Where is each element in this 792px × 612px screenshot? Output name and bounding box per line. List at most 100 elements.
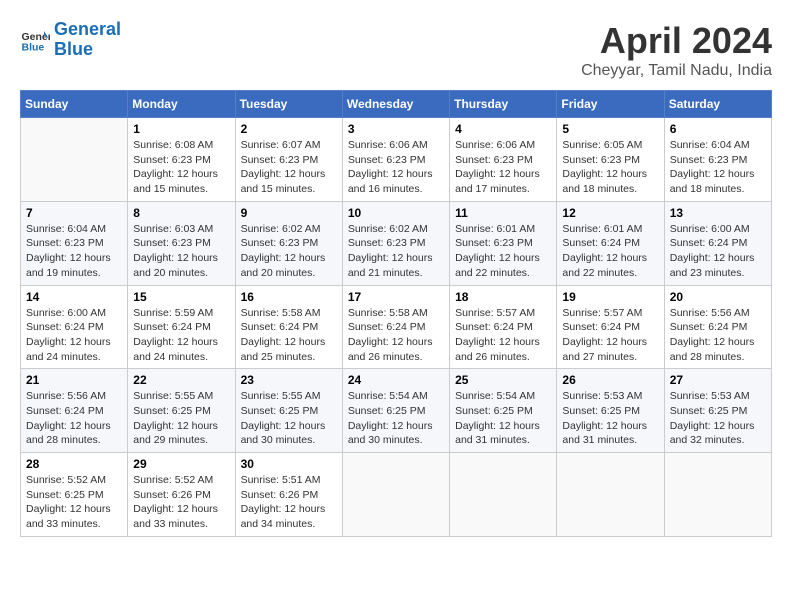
day-number: 6: [670, 122, 766, 136]
day-info: Sunrise: 5:53 AM Sunset: 6:25 PM Dayligh…: [562, 389, 658, 448]
day-number: 20: [670, 290, 766, 304]
day-info: Sunrise: 5:53 AM Sunset: 6:25 PM Dayligh…: [670, 389, 766, 448]
day-info: Sunrise: 6:04 AM Sunset: 6:23 PM Dayligh…: [26, 222, 122, 281]
day-number: 3: [348, 122, 444, 136]
calendar-cell: 22Sunrise: 5:55 AM Sunset: 6:25 PM Dayli…: [128, 369, 235, 453]
calendar-cell: 1 Sunrise: 6:08 AM Sunset: 6:23 PM Daylig…: [128, 118, 235, 202]
calendar-cell: 29Sunrise: 5:52 AM Sunset: 6:26 PM Dayli…: [128, 453, 235, 537]
calendar-table: SundayMondayTuesdayWednesdayThursdayFrid…: [20, 90, 772, 537]
day-number: 19: [562, 290, 658, 304]
logo-icon: General Blue: [20, 25, 50, 55]
day-number: 25: [455, 373, 551, 387]
day-info: Sunrise: 5:52 AM Sunset: 6:26 PM Dayligh…: [133, 473, 229, 532]
day-number: 13: [670, 206, 766, 220]
calendar-cell: 13Sunrise: 6:00 AM Sunset: 6:24 PM Dayli…: [664, 201, 771, 285]
calendar-cell: 21Sunrise: 5:56 AM Sunset: 6:24 PM Dayli…: [21, 369, 128, 453]
day-info: Sunrise: 6:04 AM Sunset: 6:23 PM Dayligh…: [670, 138, 766, 197]
day-info: Sunrise: 5:59 AM Sunset: 6:24 PM Dayligh…: [133, 306, 229, 365]
day-info: Sunrise: 5:57 AM Sunset: 6:24 PM Dayligh…: [455, 306, 551, 365]
calendar-cell: 26 Sunrise: 5:53 AM Sunset: 6:25 PM Dayli…: [557, 369, 664, 453]
day-number: 28: [26, 457, 122, 471]
calendar-cell: [664, 453, 771, 537]
weekday-header-tuesday: Tuesday: [235, 91, 342, 118]
weekday-header-row: SundayMondayTuesdayWednesdayThursdayFrid…: [21, 91, 772, 118]
day-info: Sunrise: 6:00 AM Sunset: 6:24 PM Dayligh…: [26, 306, 122, 365]
day-number: 4: [455, 122, 551, 136]
day-info: Sunrise: 5:54 AM Sunset: 6:25 PM Dayligh…: [455, 389, 551, 448]
calendar-cell: 5 Sunrise: 6:05 AM Sunset: 6:23 PM Daylig…: [557, 118, 664, 202]
calendar-cell: 2Sunrise: 6:07 AM Sunset: 6:23 PM Daylig…: [235, 118, 342, 202]
weekday-header-saturday: Saturday: [664, 91, 771, 118]
day-info: Sunrise: 5:58 AM Sunset: 6:24 PM Dayligh…: [241, 306, 337, 365]
day-info: Sunrise: 5:52 AM Sunset: 6:25 PM Dayligh…: [26, 473, 122, 532]
day-info: Sunrise: 6:06 AM Sunset: 6:23 PM Dayligh…: [348, 138, 444, 197]
day-info: Sunrise: 6:02 AM Sunset: 6:23 PM Dayligh…: [348, 222, 444, 281]
day-number: 26: [562, 373, 658, 387]
calendar-cell: 4 Sunrise: 6:06 AM Sunset: 6:23 PM Daylig…: [450, 118, 557, 202]
calendar-week-row: 21Sunrise: 5:56 AM Sunset: 6:24 PM Dayli…: [21, 369, 772, 453]
calendar-cell: 27 Sunrise: 5:53 AM Sunset: 6:25 PM Dayli…: [664, 369, 771, 453]
day-number: 16: [241, 290, 337, 304]
weekday-header-wednesday: Wednesday: [342, 91, 449, 118]
day-number: 15: [133, 290, 229, 304]
day-number: 30: [241, 457, 337, 471]
calendar-cell: 16 Sunrise: 5:58 AM Sunset: 6:24 PM Dayli…: [235, 285, 342, 369]
calendar-cell: [450, 453, 557, 537]
calendar-cell: 28 Sunrise: 5:52 AM Sunset: 6:25 PM Dayli…: [21, 453, 128, 537]
calendar-cell: [21, 118, 128, 202]
logo-line1: General: [54, 19, 121, 39]
header: General Blue General Blue April 2024 Che…: [20, 20, 772, 80]
day-number: 14: [26, 290, 122, 304]
day-info: Sunrise: 6:01 AM Sunset: 6:23 PM Dayligh…: [455, 222, 551, 281]
day-number: 22: [133, 373, 229, 387]
calendar-cell: 17Sunrise: 5:58 AM Sunset: 6:24 PM Dayli…: [342, 285, 449, 369]
day-info: Sunrise: 5:56 AM Sunset: 6:24 PM Dayligh…: [670, 306, 766, 365]
day-number: 23: [241, 373, 337, 387]
day-number: 5: [562, 122, 658, 136]
day-number: 27: [670, 373, 766, 387]
day-info: Sunrise: 5:54 AM Sunset: 6:25 PM Dayligh…: [348, 389, 444, 448]
calendar-week-row: 14 Sunrise: 6:00 AM Sunset: 6:24 PM Dayli…: [21, 285, 772, 369]
day-number: 11: [455, 206, 551, 220]
logo: General Blue General Blue: [20, 20, 121, 60]
calendar-cell: 9Sunrise: 6:02 AM Sunset: 6:23 PM Daylig…: [235, 201, 342, 285]
calendar-cell: 10 Sunrise: 6:02 AM Sunset: 6:23 PM Dayli…: [342, 201, 449, 285]
calendar-cell: 23 Sunrise: 5:55 AM Sunset: 6:25 PM Dayli…: [235, 369, 342, 453]
calendar-cell: 18 Sunrise: 5:57 AM Sunset: 6:24 PM Dayli…: [450, 285, 557, 369]
calendar-cell: 15 Sunrise: 5:59 AM Sunset: 6:24 PM Dayli…: [128, 285, 235, 369]
day-number: 1: [133, 122, 229, 136]
calendar-cell: 14 Sunrise: 6:00 AM Sunset: 6:24 PM Dayli…: [21, 285, 128, 369]
title-block: April 2024 Cheyyar, Tamil Nadu, India: [581, 20, 772, 80]
day-info: Sunrise: 5:58 AM Sunset: 6:24 PM Dayligh…: [348, 306, 444, 365]
day-info: Sunrise: 6:06 AM Sunset: 6:23 PM Dayligh…: [455, 138, 551, 197]
day-info: Sunrise: 6:01 AM Sunset: 6:24 PM Dayligh…: [562, 222, 658, 281]
day-info: Sunrise: 5:51 AM Sunset: 6:26 PM Dayligh…: [241, 473, 337, 532]
day-info: Sunrise: 5:57 AM Sunset: 6:24 PM Dayligh…: [562, 306, 658, 365]
weekday-header-friday: Friday: [557, 91, 664, 118]
calendar-cell: 20 Sunrise: 5:56 AM Sunset: 6:24 PM Dayli…: [664, 285, 771, 369]
calendar-cell: [557, 453, 664, 537]
location: Cheyyar, Tamil Nadu, India: [581, 62, 772, 80]
day-info: Sunrise: 6:05 AM Sunset: 6:23 PM Dayligh…: [562, 138, 658, 197]
calendar-cell: 12 Sunrise: 6:01 AM Sunset: 6:24 PM Dayli…: [557, 201, 664, 285]
calendar-cell: 11 Sunrise: 6:01 AM Sunset: 6:23 PM Dayli…: [450, 201, 557, 285]
calendar-cell: 7Sunrise: 6:04 AM Sunset: 6:23 PM Daylig…: [21, 201, 128, 285]
weekday-header-thursday: Thursday: [450, 91, 557, 118]
calendar-cell: [342, 453, 449, 537]
day-info: Sunrise: 6:02 AM Sunset: 6:23 PM Dayligh…: [241, 222, 337, 281]
day-number: 18: [455, 290, 551, 304]
day-number: 10: [348, 206, 444, 220]
logo-line2: Blue: [54, 39, 93, 59]
day-info: Sunrise: 5:55 AM Sunset: 6:25 PM Dayligh…: [241, 389, 337, 448]
calendar-cell: 19 Sunrise: 5:57 AM Sunset: 6:24 PM Dayli…: [557, 285, 664, 369]
day-number: 8: [133, 206, 229, 220]
calendar-week-row: 28 Sunrise: 5:52 AM Sunset: 6:25 PM Dayli…: [21, 453, 772, 537]
calendar-cell: 8Sunrise: 6:03 AM Sunset: 6:23 PM Daylig…: [128, 201, 235, 285]
logo-text: General Blue: [54, 20, 121, 60]
calendar-cell: 25 Sunrise: 5:54 AM Sunset: 6:25 PM Dayli…: [450, 369, 557, 453]
day-number: 12: [562, 206, 658, 220]
day-info: Sunrise: 6:08 AM Sunset: 6:23 PM Dayligh…: [133, 138, 229, 197]
calendar-cell: 24Sunrise: 5:54 AM Sunset: 6:25 PM Dayli…: [342, 369, 449, 453]
month-title: April 2024: [581, 20, 772, 62]
calendar-week-row: 7Sunrise: 6:04 AM Sunset: 6:23 PM Daylig…: [21, 201, 772, 285]
